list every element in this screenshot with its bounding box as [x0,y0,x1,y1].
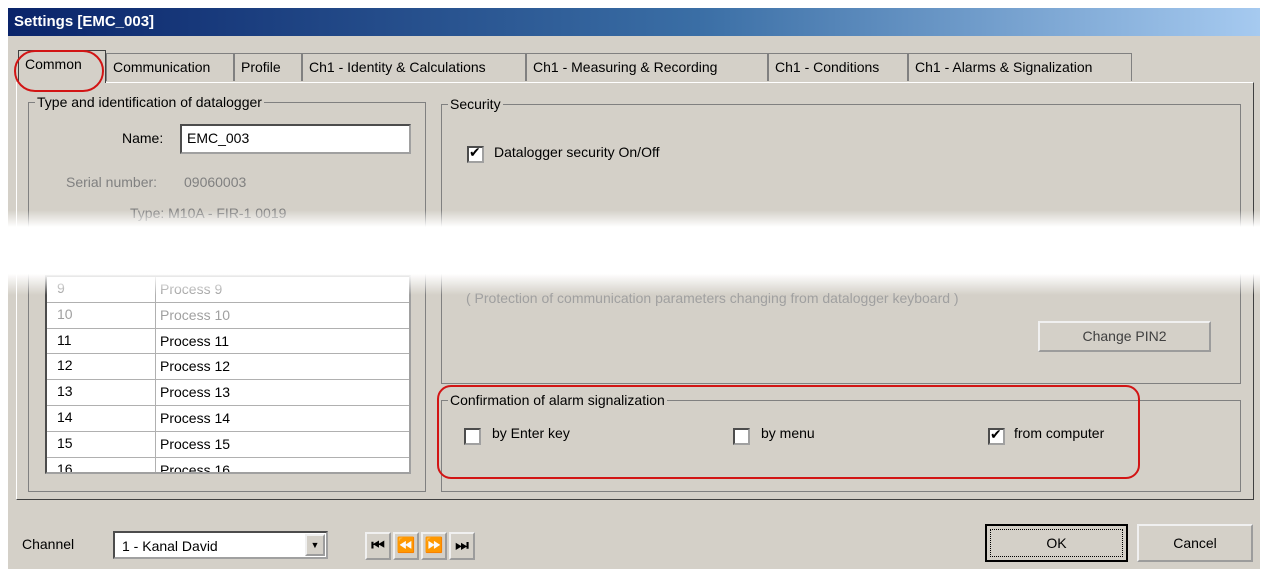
ok-button[interactable]: OK [985,524,1128,562]
list-item[interactable]: 14 Process 14 [47,405,409,432]
name-field[interactable]: EMC_003 [180,124,411,154]
security-group-title: Security [448,96,503,112]
list-item[interactable]: 10 Process 10 [47,302,409,329]
tab-profile[interactable]: Profile [234,53,302,81]
last-icon[interactable]: ⏭ [449,532,475,560]
security-checkbox[interactable]: ✔ [467,145,484,163]
chevron-down-icon[interactable]: ▼ [305,534,325,556]
change-pin2-button[interactable]: Change PIN2 [1038,321,1211,352]
tab-ch1-measuring[interactable]: Ch1 - Measuring & Recording [526,53,768,81]
tab-communication[interactable]: Communication [106,53,234,81]
security-checkbox-label: Datalogger security On/Off [494,144,660,160]
name-label: Name: [122,130,164,146]
window-title: Settings [EMC_003] [14,13,155,30]
first-icon[interactable]: ⏮ [365,532,391,560]
serial-number-label: Serial number: [66,174,158,190]
serial-number-value: 09060003 [184,174,247,190]
list-item[interactable]: 13 Process 13 [47,380,409,406]
cancel-button[interactable]: Cancel [1137,524,1253,562]
identification-group-title: Type and identification of datalogger [35,94,264,110]
title-bar: Settings [EMC_003] [8,8,1260,36]
process-list[interactable]: 9 Process 9 10 Process 10 11 Process 11 … [45,275,411,474]
list-item[interactable]: 11 Process 11 [47,328,409,355]
tab-common-highlight [14,50,104,92]
list-item[interactable]: 12 Process 12 [47,354,409,381]
channel-label: Channel [22,536,75,552]
fast-forward-icon[interactable]: ⏩ [421,532,447,560]
fade-overlay [0,210,1268,295]
tab-ch1-alarms[interactable]: Ch1 - Alarms & Signalization [908,53,1132,81]
confirmation-highlight [437,385,1140,479]
list-item[interactable]: 15 Process 15 [47,431,409,458]
check-icon: ✔ [469,145,481,161]
rewind-icon[interactable]: ⏪ [393,532,419,560]
list-item[interactable]: 16 Process 16 [47,457,409,472]
channel-select[interactable]: 1 - Kanal David ▼ [113,531,328,559]
tab-ch1-conditions[interactable]: Ch1 - Conditions [768,53,908,81]
tab-ch1-identity[interactable]: Ch1 - Identity & Calculations [302,53,526,81]
